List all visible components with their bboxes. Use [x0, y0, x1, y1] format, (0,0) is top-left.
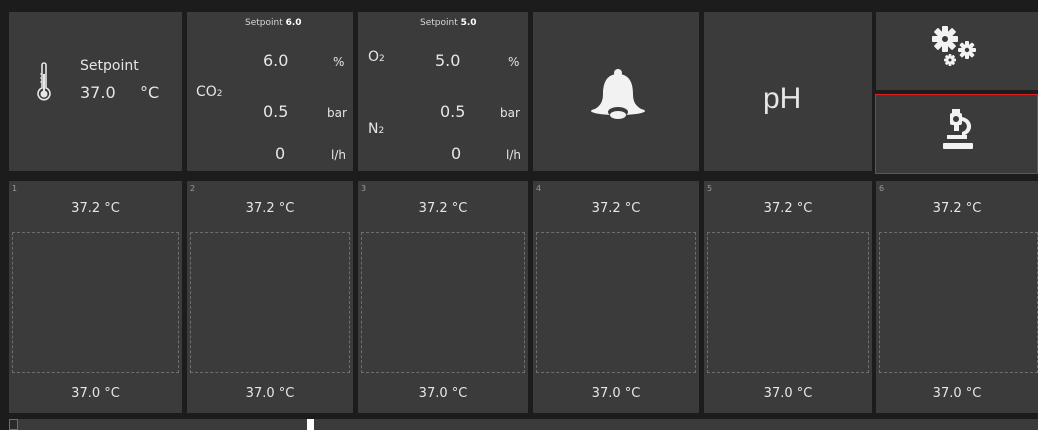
chamber-setpoint-temperature: 37.0 °C: [591, 386, 641, 401]
co2-setpoint-caption: Setpoint 6.0: [245, 19, 302, 28]
chamber-number: 2: [190, 184, 196, 193]
co2-pressure-value: 0.5: [263, 102, 289, 121]
chamber-image-area: [361, 232, 525, 373]
chamber-current-temperature: 37.2 °C: [418, 201, 468, 216]
timeline-start-marker: [9, 419, 18, 430]
chamber-setpoint-temperature: 37.0 °C: [418, 386, 468, 401]
microscope-button[interactable]: [875, 94, 1038, 174]
chamber-image-area: [879, 232, 1038, 373]
o2-n2-tile[interactable]: Setpoint 5.0 O2 N2 5.0 % 0.5 bar 0 l/h: [358, 12, 528, 171]
timeline-handle[interactable]: [307, 419, 314, 430]
o2-setpoint-caption: Setpoint 5.0: [420, 19, 477, 28]
temperature-setpoint-value: 37.0: [80, 83, 116, 102]
chamber-4[interactable]: 4 37.2 °C 37.0 °C: [533, 181, 699, 413]
alarm-tile[interactable]: [533, 12, 699, 171]
o2-percent-unit: %: [508, 55, 520, 69]
chamber-current-temperature: 37.2 °C: [763, 201, 813, 216]
chamber-number: 1: [12, 184, 18, 193]
chamber-6[interactable]: 6 37.2 °C 37.0 °C: [876, 181, 1038, 413]
temperature-unit: °C: [140, 83, 160, 102]
o2-gas-name: O: [368, 49, 380, 65]
chamber-number: 3: [361, 184, 367, 193]
n2-pressure-unit: bar: [500, 106, 520, 120]
co2-tile[interactable]: Setpoint 6.0 CO2 6.0 % 0.5 bar 0 l/h: [187, 12, 353, 171]
chamber-number: 4: [536, 184, 542, 193]
n2-gas-subscript: 2: [378, 126, 385, 136]
co2-setpoint-label: Setpoint: [245, 18, 283, 28]
chamber-3[interactable]: 3 37.2 °C 37.0 °C: [358, 181, 528, 413]
n2-flow-value: 0: [451, 144, 462, 163]
chamber-current-temperature: 37.2 °C: [245, 201, 295, 216]
co2-gas-name: CO: [196, 84, 217, 100]
co2-flow-value: 0: [275, 144, 286, 163]
o2-setpoint-label: Setpoint: [420, 18, 458, 28]
chamber-setpoint-temperature: 37.0 °C: [932, 386, 982, 401]
thermometer-icon: [37, 62, 51, 101]
chamber-image-area: [536, 232, 696, 373]
co2-percent-unit: %: [333, 55, 345, 69]
chamber-number: 5: [707, 184, 713, 193]
chamber-image-area: [707, 232, 869, 373]
chamber-number: 6: [879, 184, 885, 193]
o2-percent-value: 5.0: [435, 51, 461, 70]
co2-flow-unit: l/h: [331, 148, 346, 162]
chamber-1[interactable]: 1 37.2 °C 37.0 °C: [9, 181, 182, 413]
settings-button[interactable]: [876, 12, 1038, 90]
microscope-icon: [943, 109, 973, 149]
chamber-2[interactable]: 2 37.2 °C 37.0 °C: [187, 181, 353, 413]
chamber-current-temperature: 37.2 °C: [591, 201, 641, 216]
chamber-setpoint-temperature: 37.0 °C: [763, 386, 813, 401]
chamber-setpoint-temperature: 37.0 °C: [245, 386, 295, 401]
bell-icon: [591, 69, 645, 119]
n2-pressure-value: 0.5: [440, 102, 466, 121]
co2-percent-value: 6.0: [263, 51, 289, 70]
timeline-track[interactable]: [9, 419, 1038, 430]
co2-setpoint-value: 6.0: [285, 18, 302, 28]
gears-icon: [932, 26, 976, 66]
co2-pressure-unit: bar: [327, 106, 347, 120]
o2-gas-subscript: 2: [379, 54, 385, 64]
co2-gas-subscript: 2: [216, 89, 223, 99]
temperature-tile[interactable]: Setpoint 37.0 °C: [9, 12, 182, 171]
n2-gas-label: N2: [368, 122, 384, 136]
temperature-setpoint-label: Setpoint: [80, 58, 139, 74]
n2-flow-unit: l/h: [506, 148, 521, 162]
chamber-current-temperature: 37.2 °C: [71, 201, 120, 216]
o2-setpoint-value: 5.0: [460, 18, 477, 28]
chamber-5[interactable]: 5 37.2 °C 37.0 °C: [704, 181, 872, 413]
chamber-current-temperature: 37.2 °C: [932, 201, 982, 216]
chamber-image-area: [190, 232, 350, 373]
n2-gas-name: N: [368, 121, 379, 137]
ph-tile[interactable]: pH: [704, 12, 872, 171]
o2-gas-label: O2: [368, 50, 385, 64]
co2-gas-label: CO2: [196, 85, 223, 99]
chamber-setpoint-temperature: 37.0 °C: [71, 386, 120, 401]
ph-label: pH: [763, 82, 802, 115]
chamber-image-area: [12, 232, 179, 373]
